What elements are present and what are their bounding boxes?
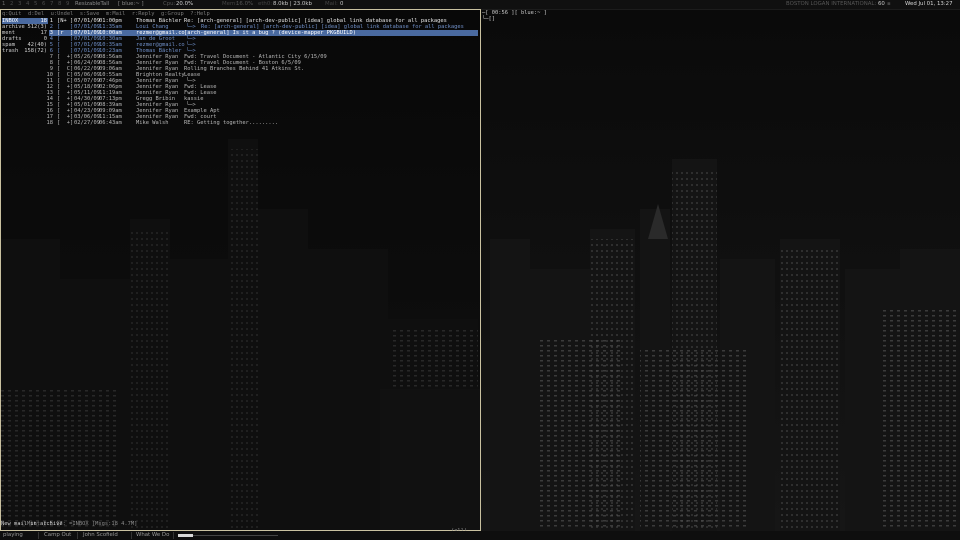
- separator: [77, 532, 78, 539]
- tag-3[interactable]: 3: [18, 0, 21, 9]
- separator: [131, 532, 132, 539]
- tag-4[interactable]: 4: [26, 0, 29, 9]
- track-album: What We Do: [136, 532, 170, 538]
- mem-label: Mem:: [222, 1, 238, 7]
- weather-icon: ▪: [887, 1, 891, 7]
- eth-label: eth0:: [258, 1, 273, 7]
- mem-value: 16.0%: [236, 1, 254, 7]
- folder-count: 158(72): [24, 48, 47, 54]
- track-progress-bar[interactable]: [178, 534, 278, 537]
- tag-8[interactable]: 8: [58, 0, 61, 9]
- eth-value: 8.0kb | 23.0kb: [273, 1, 312, 7]
- clock: Wed Jul 01, 13:27: [905, 1, 953, 7]
- msg-subject: RE: Getting together.........: [184, 120, 279, 126]
- track-title: Camp Out: [44, 532, 72, 538]
- layout-indicator[interactable]: ResizableTall: [75, 0, 109, 9]
- cpu-label: Cpu:: [163, 1, 176, 7]
- msg-number: 18: [46, 120, 54, 126]
- message-line: New mail in archive: [1, 521, 63, 527]
- track-artist: John Scofield: [83, 532, 118, 538]
- msg-time: 06:43am: [99, 120, 122, 126]
- tag-7[interactable]: 7: [50, 0, 53, 9]
- mpd-status-bar: playing Camp Out John Scofield What We D…: [0, 531, 960, 540]
- folder-item[interactable]: trash 158(72): [2, 48, 48, 54]
- window-title: [ blue:~ ]: [118, 1, 144, 7]
- tag-5[interactable]: 5: [34, 0, 37, 9]
- shell-cursor[interactable]: └─[]: [482, 16, 495, 22]
- tag-2[interactable]: 2: [10, 0, 13, 9]
- cpu-value: 20.0%: [176, 1, 194, 7]
- tag-6[interactable]: 6: [42, 0, 45, 9]
- weather-label: BOSTON LOGAN INTERNATIONAL:: [786, 1, 877, 7]
- msg-flags: [ +]: [57, 120, 74, 126]
- msg-from: Mike Walsh: [136, 120, 169, 126]
- playback-state: playing: [3, 532, 23, 538]
- mail-value: 0: [340, 1, 344, 7]
- track-progress-fill: [178, 534, 193, 537]
- shell-terminal[interactable]: ─[ 00:56 ][ blue:~ ] └─[]: [481, 9, 960, 531]
- message-row[interactable]: 18[ +] 02/27/09 06:43am Mike Walsh RE: Getti…: [46, 120, 478, 126]
- help-line: q:Quit d:Del u:Undel s:Save m:Mail r:Rep…: [2, 11, 210, 17]
- tag-1[interactable]: 1: [2, 0, 5, 9]
- mail-label: Mail:: [325, 1, 338, 7]
- msg-date: 02/27/09: [74, 120, 100, 126]
- weather-value: 60: [878, 1, 885, 7]
- separator: [38, 532, 39, 539]
- folder-name: trash: [2, 48, 19, 54]
- tag-9[interactable]: 9: [66, 0, 69, 9]
- separator: [173, 532, 174, 539]
- mutt-terminal[interactable]: q:Quit d:Del u:Undel s:Save m:Mail r:Rep…: [0, 9, 481, 534]
